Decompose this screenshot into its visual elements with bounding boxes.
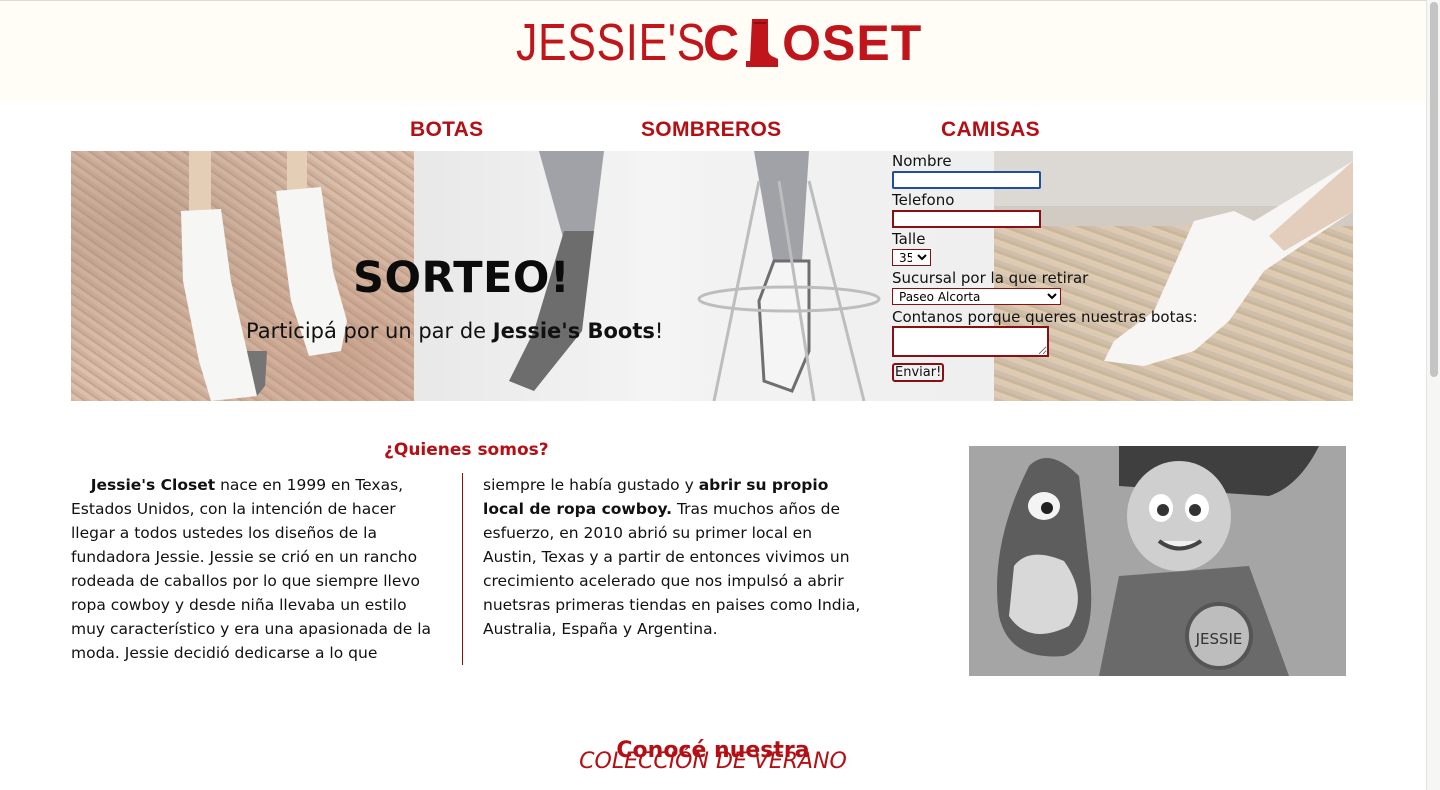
- column-divider: [462, 473, 463, 665]
- nombre-input[interactable]: [892, 171, 1041, 189]
- logo-letter-c: C: [703, 15, 741, 71]
- sucursal-select[interactable]: Paseo Alcorta: [892, 288, 1061, 305]
- medal-text: JESSIE: [1195, 630, 1243, 648]
- scrollbar-thumb[interactable]: [1430, 2, 1438, 377]
- giveaway-title: SORTEO!: [353, 252, 571, 303]
- brand-name-inline: Jessie's Closet: [90, 476, 216, 494]
- motivo-label: Contanos porque queres nuestras botas:: [892, 308, 1198, 326]
- jessie-image: JESSIE: [969, 446, 1346, 676]
- sucursal-label: Sucursal por la que retirar: [892, 269, 1089, 287]
- about-paragraph-1: Jessie's Closet nace en 1999 en Texas, E…: [71, 476, 432, 662]
- submit-button[interactable]: Enviar!: [892, 363, 945, 382]
- motivo-textarea[interactable]: [892, 326, 1049, 357]
- telefono-input[interactable]: [892, 210, 1041, 228]
- about-column-1: Jessie's Closet nace en 1999 en Texas, E…: [71, 473, 443, 665]
- about-paragraph-2: siempre le había gustado y abrir su prop…: [483, 476, 861, 638]
- nav-item-botas[interactable]: BOTAS: [410, 118, 483, 142]
- talle-select[interactable]: 35: [892, 249, 931, 266]
- about-column-2: siempre le había gustado y abrir su prop…: [483, 473, 863, 641]
- nombre-label: Nombre: [892, 152, 952, 170]
- giveaway-subtitle: Participá por un par de Jessie's Boots!: [246, 319, 664, 343]
- logo-letters-oset: OSET: [782, 15, 923, 71]
- giveaway-product-name: Jessie's Boots: [492, 319, 655, 343]
- page-scrollbar[interactable]: [1426, 0, 1440, 790]
- about-title: ¿Quienes somos?: [384, 440, 549, 461]
- header: JESSIE'S C OSET: [0, 1, 1426, 101]
- logo-text-closet: C OSET: [703, 14, 922, 72]
- logo-text-jessies: JESSIE'S: [516, 14, 707, 72]
- talle-label: Talle: [892, 230, 926, 248]
- giveaway-banner: SORTEO! Participá por un par de Jessie's…: [71, 151, 1353, 401]
- nav-item-sombreros[interactable]: SOMBREROS: [641, 118, 781, 142]
- jessie-and-horse-illustration: JESSIE: [969, 446, 1346, 676]
- telefono-label: Telefono: [892, 191, 955, 209]
- brand-logo[interactable]: JESSIE'S C OSET: [516, 9, 921, 77]
- boot-icon: [746, 19, 779, 67]
- collection-subtitle: COLECCIÓN DE VERANO: [579, 749, 847, 774]
- nav-item-camisas[interactable]: CAMISAS: [941, 118, 1040, 142]
